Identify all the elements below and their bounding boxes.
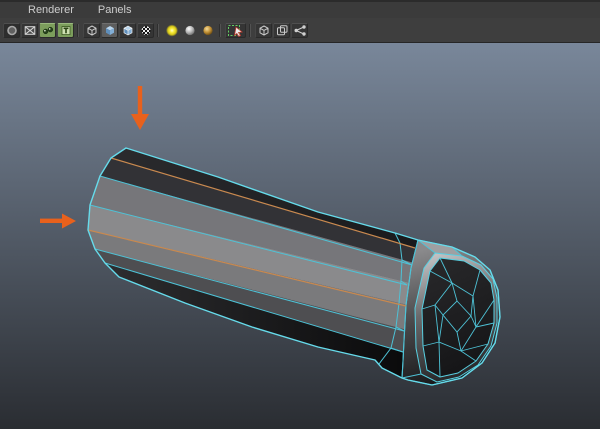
xray-mode-button[interactable] bbox=[255, 22, 272, 38]
xray-active-components-button[interactable] bbox=[273, 22, 290, 38]
model-cylinder[interactable] bbox=[87, 147, 501, 386]
menu-renderer[interactable]: Renderer bbox=[28, 3, 74, 17]
resolution-gate-button[interactable] bbox=[39, 22, 56, 38]
smooth-shade-all-button[interactable] bbox=[101, 22, 118, 38]
toolbar-separator bbox=[77, 23, 80, 37]
end-cap bbox=[401, 239, 501, 386]
share-nodes-icon bbox=[294, 24, 306, 36]
default-lighting-button[interactable] bbox=[163, 23, 180, 38]
panel-toolbar bbox=[0, 18, 600, 43]
arrow-right-icon bbox=[40, 213, 76, 229]
node-connections-button[interactable] bbox=[291, 22, 308, 38]
shaded-wire-cube-icon bbox=[123, 25, 132, 35]
toolbar-separator bbox=[249, 23, 252, 37]
shade-wireframe-button[interactable] bbox=[119, 22, 136, 38]
yellow-light-icon bbox=[165, 24, 178, 36]
flat-lighting-button[interactable] bbox=[181, 23, 198, 38]
green-dots-icon bbox=[42, 26, 53, 34]
select-camera-button[interactable] bbox=[3, 22, 20, 38]
panel-menubar: Renderer Panels bbox=[0, 0, 600, 18]
checker-sphere-icon bbox=[140, 24, 151, 36]
wireframe-mode-button[interactable] bbox=[83, 22, 100, 38]
all-lights-button[interactable] bbox=[199, 23, 216, 38]
toolbar-separator bbox=[219, 23, 222, 37]
viewport-canvas[interactable] bbox=[0, 43, 600, 429]
green-t-icon bbox=[61, 25, 70, 35]
gray-sphere-icon bbox=[184, 25, 195, 35]
body-shading bbox=[88, 148, 432, 378]
gold-sphere-icon bbox=[202, 25, 213, 35]
wire-cube-icon bbox=[259, 25, 268, 35]
textured-mode-button[interactable] bbox=[137, 22, 154, 38]
circle-icon bbox=[6, 25, 17, 35]
arrow-down-icon bbox=[131, 86, 149, 130]
wire-cube-icon bbox=[87, 25, 96, 35]
double-square-icon bbox=[276, 24, 287, 35]
gate-mask-button[interactable] bbox=[57, 22, 74, 38]
x-box-icon bbox=[24, 25, 35, 35]
toolbar-separator bbox=[157, 23, 160, 37]
isolate-select-button[interactable] bbox=[225, 22, 246, 38]
film-gate-button[interactable] bbox=[21, 22, 38, 38]
dashed-box-cursor-icon bbox=[227, 24, 243, 37]
menu-panels[interactable]: Panels bbox=[98, 3, 132, 17]
viewport[interactable] bbox=[0, 43, 600, 429]
shaded-cube-icon bbox=[105, 25, 114, 35]
maya-panel-window: Renderer Panels bbox=[0, 0, 600, 429]
